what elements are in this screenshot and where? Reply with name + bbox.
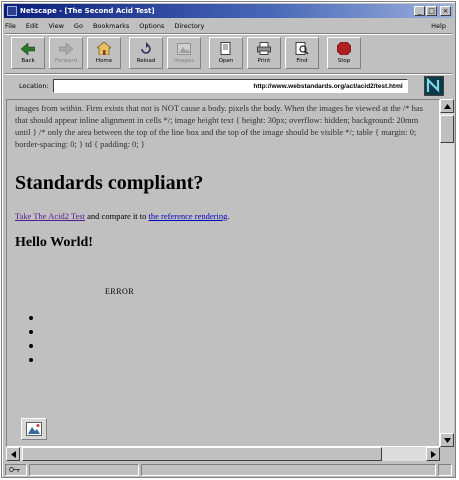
forward-button[interactable]: Forward xyxy=(49,36,83,69)
status-progress xyxy=(29,463,139,476)
link-middle-text: and compare it to xyxy=(85,211,149,221)
scroll-down-button[interactable] xyxy=(440,433,454,447)
home-label: Home xyxy=(95,57,113,64)
stop-icon xyxy=(336,42,352,56)
menu-bookmarks[interactable]: Bookmarks xyxy=(93,22,129,30)
back-button[interactable]: Back xyxy=(11,36,45,69)
stop-button[interactable]: Stop xyxy=(327,36,361,69)
find-icon xyxy=(294,42,310,56)
arrow-right-icon xyxy=(430,450,436,458)
menu-edit[interactable]: Edit xyxy=(26,22,39,30)
scroll-right-button[interactable] xyxy=(426,447,440,461)
menu-go[interactable]: Go xyxy=(74,22,83,30)
location-input[interactable]: http://www.webstandards.org/act/acid2/te… xyxy=(52,78,408,93)
menu-bar: File Edit View Go Bookmarks Options Dire… xyxy=(5,20,452,32)
broken-image-icon xyxy=(21,418,47,440)
security-key-icon xyxy=(9,467,20,472)
print-label: Print xyxy=(257,57,271,64)
browser-window: Netscape - [The Second Acid Test] _ □ × … xyxy=(1,1,456,478)
reference-rendering-link[interactable]: the reference rendering xyxy=(149,211,228,221)
maximize-button[interactable]: □ xyxy=(426,6,437,16)
menu-file[interactable]: File xyxy=(5,22,16,30)
menu-view[interactable]: View xyxy=(48,22,63,30)
close-button[interactable]: × xyxy=(440,6,451,16)
menu-options[interactable]: Options xyxy=(139,22,164,30)
bullet-dot xyxy=(29,344,33,348)
home-button[interactable]: Home xyxy=(87,36,121,69)
scroll-left-button[interactable] xyxy=(6,447,20,461)
menu-directory[interactable]: Directory xyxy=(174,22,204,30)
page-content: images from within. Firm exists that not… xyxy=(6,99,440,447)
home-icon xyxy=(96,42,112,56)
netscape-throbber-icon[interactable] xyxy=(424,76,444,96)
open-label: Open xyxy=(218,57,234,64)
vertical-scroll-thumb[interactable] xyxy=(440,115,454,143)
horizontal-scroll-thumb[interactable] xyxy=(22,447,382,461)
forward-arrow-icon xyxy=(58,42,74,56)
menu-help[interactable]: Help xyxy=(431,22,446,30)
reload-icon xyxy=(138,42,154,56)
error-text: ERROR xyxy=(105,287,135,296)
bullet-list xyxy=(29,316,431,362)
status-mail-indicator[interactable] xyxy=(438,463,452,476)
security-indicator[interactable] xyxy=(5,463,27,476)
minimize-button[interactable]: _ xyxy=(414,6,425,16)
find-label: Find xyxy=(296,57,308,64)
images-button[interactable]: Images xyxy=(167,36,201,69)
hello-heading: Hello World! xyxy=(15,235,93,250)
netscape-logo-icon xyxy=(7,6,17,16)
status-bar xyxy=(5,463,452,476)
window-title: Netscape - [The Second Acid Test] xyxy=(20,7,155,15)
arrow-left-icon xyxy=(10,450,16,458)
images-icon xyxy=(176,42,192,56)
find-button[interactable]: Find xyxy=(285,36,319,69)
images-label: Images xyxy=(173,57,195,64)
title-bar[interactable]: Netscape - [The Second Acid Test] _ □ × xyxy=(4,4,453,18)
link-end-text: . xyxy=(227,211,230,221)
vertical-scrollbar[interactable] xyxy=(440,99,454,447)
bullet-dot xyxy=(29,316,33,320)
scroll-up-button[interactable] xyxy=(440,99,454,113)
intro-paragraph: images from within. Firm exists that not… xyxy=(15,103,423,149)
back-label: Back xyxy=(21,57,35,64)
print-icon xyxy=(256,42,272,56)
reload-label: Reload xyxy=(136,57,156,64)
forward-label: Forward xyxy=(54,57,78,64)
open-icon xyxy=(218,42,234,56)
stop-label: Stop xyxy=(337,57,351,64)
scrollbar-corner xyxy=(440,447,454,461)
arrow-up-icon xyxy=(443,103,451,109)
reload-button[interactable]: Reload xyxy=(129,36,163,69)
test-link-line: Take The Acid2 Test and compare it to th… xyxy=(15,211,431,221)
arrow-down-icon xyxy=(443,437,451,443)
print-button[interactable]: Print xyxy=(247,36,281,69)
status-text xyxy=(141,463,436,476)
acid2-test-link[interactable]: Take The Acid2 Test xyxy=(15,211,85,221)
back-arrow-icon xyxy=(20,42,36,56)
location-label: Location: xyxy=(19,81,49,90)
horizontal-scrollbar[interactable] xyxy=(6,447,440,461)
open-button[interactable]: Open xyxy=(209,36,243,69)
bullet-dot xyxy=(29,330,33,334)
page-heading: Standards compliant? xyxy=(15,172,204,194)
location-bar: Location: http://www.webstandards.org/ac… xyxy=(5,73,452,97)
toolbar: Back Forward Home Reload Images Open Pri… xyxy=(5,33,452,71)
bullet-dot xyxy=(29,358,33,362)
